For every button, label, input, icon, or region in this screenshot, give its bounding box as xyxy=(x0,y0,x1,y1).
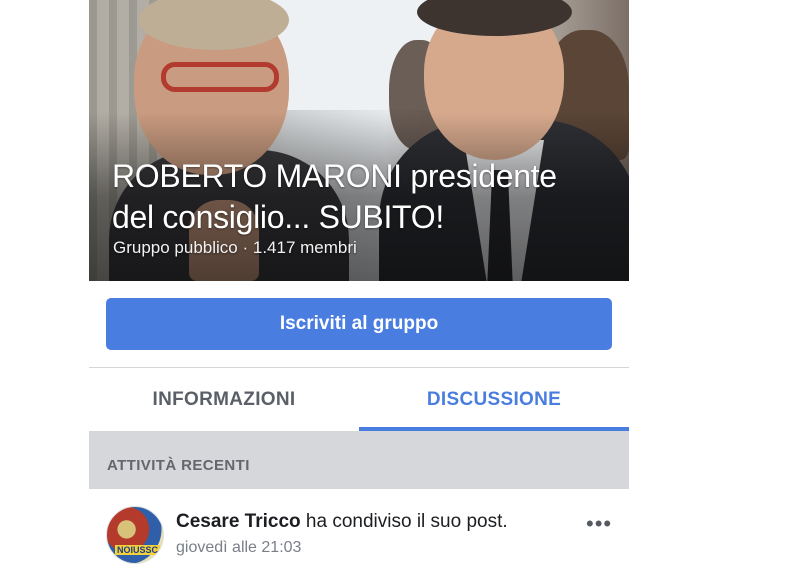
tab-discussione[interactable]: DISCUSSIONE xyxy=(359,368,629,431)
group-tabs: INFORMAZIONI DISCUSSIONE xyxy=(89,368,629,431)
cover-photo: ROBERTO MARONI presidente del consiglio.… xyxy=(89,0,629,281)
avatar-text: NOIUSSC xyxy=(115,545,161,555)
post-action-text: ha condiviso il suo post. xyxy=(300,511,508,532)
post-timestamp[interactable]: giovedì alle 21:03 xyxy=(176,539,301,557)
tab-informazioni[interactable]: INFORMAZIONI xyxy=(89,368,359,431)
join-group-button[interactable]: Iscriviti al gruppo xyxy=(106,298,612,350)
list-item[interactable]: NOIUSSC Cesare Tricco ha condiviso il su… xyxy=(89,489,629,576)
post-author-link[interactable]: Cesare Tricco xyxy=(176,511,301,532)
more-horizontal-icon[interactable]: ••• xyxy=(586,511,612,537)
post-headline: Cesare Tricco ha condiviso il suo post. xyxy=(176,511,508,533)
section-header-recent-activity: ATTIVITÀ RECENTI xyxy=(89,431,629,489)
group-title: ROBERTO MARONI presidente del consiglio.… xyxy=(112,158,557,235)
group-page: ROBERTO MARONI presidente del consiglio.… xyxy=(89,0,629,576)
group-meta[interactable]: Gruppo pubblico · 1.417 membri xyxy=(113,238,357,258)
avatar[interactable]: NOIUSSC xyxy=(106,506,164,564)
